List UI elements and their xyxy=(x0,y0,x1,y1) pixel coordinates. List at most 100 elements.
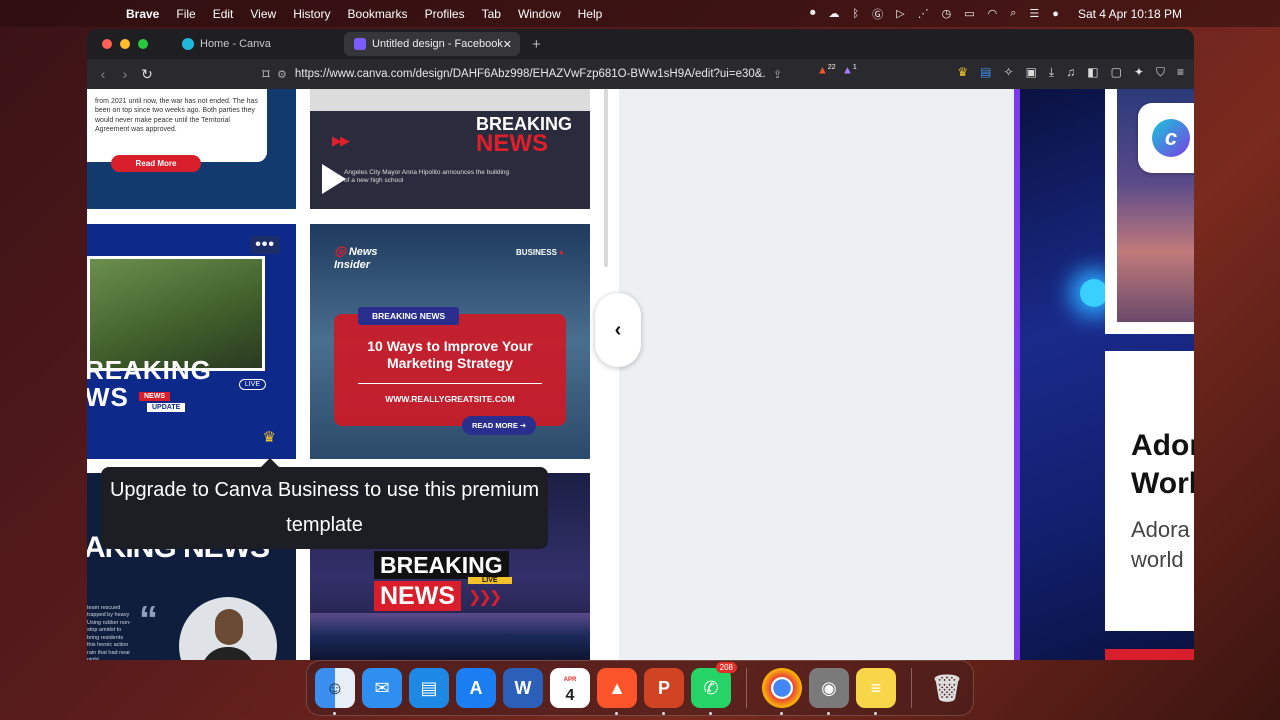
app-store-icon[interactable]: A xyxy=(456,668,496,708)
browser-window: Home - Canva Untitled design - Facebook … xyxy=(87,29,1194,660)
menu-edit[interactable]: Edit xyxy=(213,7,234,21)
wallet-icon[interactable]: ▢ xyxy=(1111,65,1122,80)
trash-icon[interactable]: 🗑 xyxy=(927,668,967,708)
preview-icon[interactable]: ◉ xyxy=(809,668,849,715)
play-circle-icon[interactable]: ▷ xyxy=(896,7,904,20)
template-card-hovered[interactable]: ••• REAKING WS NEWS UPDATE LIVE ♛ xyxy=(87,224,296,459)
extensions-toolbar: ♛ ▤ ✧ ▣ ⤓ ♫ ◧ ▢ ✦ ⛉ ≡ xyxy=(957,65,1184,80)
clock[interactable]: Sat 4 Apr 10:18 PM xyxy=(1078,7,1182,21)
finder-icon[interactable]: ☺ xyxy=(315,668,355,715)
wifi-icon[interactable]: ◠ xyxy=(988,7,998,20)
menu-icon[interactable]: ≡ xyxy=(1177,65,1184,80)
back-button[interactable]: ‹ xyxy=(92,66,114,82)
portrait-photo xyxy=(179,597,277,660)
menu-profiles[interactable]: Profiles xyxy=(425,7,465,21)
new-tab-button[interactable]: + xyxy=(532,36,541,53)
screenshot-icon[interactable]: ▣ xyxy=(1026,65,1037,80)
grammarly-icon[interactable]: Ⓖ xyxy=(872,6,883,22)
forward-button[interactable]: › xyxy=(114,66,136,82)
dock: ☺ ✉ ▤ A W APR 4 ▲ P ✆ 208 ◉ ≡ 🗑 xyxy=(306,660,974,716)
sidebar-toggle-icon[interactable]: ◧ xyxy=(1087,65,1098,80)
calendar-icon[interactable]: APR 4 xyxy=(550,668,590,708)
sidebar-extension-icon[interactable]: ▤ xyxy=(980,65,991,80)
minimize-window-button[interactable] xyxy=(120,39,130,49)
media-icon[interactable]: ♫ xyxy=(1066,65,1075,80)
canva-logo-icon: c xyxy=(1138,103,1194,173)
dock-separator xyxy=(911,668,912,708)
menu-bookmarks[interactable]: Bookmarks xyxy=(348,7,408,21)
download-icon[interactable]: ⤓ xyxy=(1049,65,1054,80)
video-play-icon xyxy=(322,164,346,194)
leo-ai-icon[interactable]: ✦ xyxy=(1134,65,1144,80)
website-label: WWW.REALLYGREATSITE.COM xyxy=(385,394,515,404)
read-more-label: Read More xyxy=(111,155,201,172)
share-icon[interactable]: ⇪ xyxy=(773,68,782,81)
bluetooth-icon[interactable]: ᛒ xyxy=(853,8,860,20)
collapse-panel-button[interactable]: ‹ xyxy=(595,293,641,367)
extensions-icon[interactable]: ✧ xyxy=(1004,65,1014,80)
tab-title: Home - Canva xyxy=(200,38,271,50)
city-skyline-photo xyxy=(310,613,590,660)
close-tab-icon[interactable]: ✕ xyxy=(503,38,512,51)
menu-help[interactable]: Help xyxy=(578,7,603,21)
category-label: BUSINESS xyxy=(516,248,564,257)
close-window-button[interactable] xyxy=(102,39,112,49)
brave-browser-icon[interactable]: ▲ xyxy=(597,668,637,715)
design-title: AdoraWorld xyxy=(1131,429,1194,500)
siri-icon[interactable]: ● xyxy=(1052,8,1059,20)
whatsapp-icon[interactable]: ✆ 208 xyxy=(691,662,737,715)
update-tag: UPDATE xyxy=(147,403,186,412)
zoom-window-button[interactable] xyxy=(138,39,148,49)
template-card[interactable]: from 2021 until now, the war has not end… xyxy=(87,89,296,209)
control-center-icon[interactable]: ☰ xyxy=(1029,7,1039,20)
record-icon[interactable]: ⏺ xyxy=(810,7,816,20)
crown-extension-icon[interactable]: ♛ xyxy=(957,65,968,80)
menu-file[interactable]: File xyxy=(176,7,195,21)
dock-separator xyxy=(746,668,747,708)
bookmark-icon[interactable]: ⌑ xyxy=(255,66,277,83)
premium-crown-icon[interactable]: ♛ xyxy=(263,428,276,446)
menu-view[interactable]: View xyxy=(250,7,276,21)
menu-history[interactable]: History xyxy=(293,7,330,21)
word-icon[interactable]: W xyxy=(503,668,543,708)
spotlight-icon[interactable]: ⌕ xyxy=(1010,7,1016,20)
canva-favicon-icon xyxy=(354,38,366,50)
editor-canvas-area[interactable] xyxy=(619,89,1014,660)
site-settings-icon[interactable]: ⚙ xyxy=(277,68,287,81)
light-glow xyxy=(1080,279,1108,307)
template-card[interactable]: BREAKING NEWS ▶▶ Angeles City Mayor Anna… xyxy=(310,89,590,209)
template-caption: Angeles City Mayor Anna Hipolito announc… xyxy=(344,169,510,185)
chrome-icon[interactable] xyxy=(762,668,802,715)
cloud-icon[interactable]: ☁ xyxy=(829,7,840,20)
quote-icon: “ xyxy=(139,599,158,641)
design-text-card: AdoraWorld Adoraworld xyxy=(1105,351,1194,631)
reload-button[interactable]: ↻ xyxy=(136,66,158,83)
time-machine-icon[interactable]: ◷ xyxy=(942,7,952,20)
live-badge: LIVE xyxy=(468,577,512,584)
keynote-icon[interactable]: ▤ xyxy=(409,668,449,708)
powerpoint-icon[interactable]: P xyxy=(644,668,684,715)
address-bar[interactable]: ⚙ https://www.canva.com/design/DAHF6Abz9… xyxy=(277,63,817,85)
news-label: NEWS xyxy=(374,581,461,611)
template-card[interactable]: ⌾ News Insider BUSINESS BREAKING NEWS 10… xyxy=(310,224,590,459)
tab-untitled-design[interactable]: Untitled design - Facebook Po ✕ xyxy=(344,32,520,56)
menu-tab[interactable]: Tab xyxy=(482,7,501,21)
breaking-news-label: BREAKING NEWS xyxy=(358,307,460,325)
panel-scrollbar[interactable] xyxy=(604,89,608,267)
notes-icon[interactable]: ≡ xyxy=(856,668,896,715)
mail-icon[interactable]: ✉ xyxy=(362,668,402,708)
vpn-icon[interactable]: ⛉ xyxy=(1156,65,1165,80)
tab-strip: Home - Canva Untitled design - Facebook … xyxy=(87,29,1194,59)
design-page[interactable]: c AdoraWorld Adoraworld xyxy=(1020,89,1194,660)
menu-app-name[interactable]: Brave xyxy=(126,7,159,21)
menu-extra-icon[interactable]: ⋰ xyxy=(918,7,929,20)
brave-shields-icon[interactable]: ▲22 xyxy=(817,64,836,77)
template-photo xyxy=(87,256,265,371)
battery-icon[interactable]: ▭ xyxy=(964,7,974,20)
brave-rewards-icon[interactable]: ▲1 xyxy=(842,64,857,77)
more-options-button[interactable]: ••• xyxy=(250,236,280,254)
menu-window[interactable]: Window xyxy=(518,7,561,21)
tab-home-canva[interactable]: Home - Canva xyxy=(172,32,344,56)
breaking-news-title: BREAKING NEWS xyxy=(475,114,572,157)
news-insider-logo: ⌾ News Insider xyxy=(334,242,378,271)
